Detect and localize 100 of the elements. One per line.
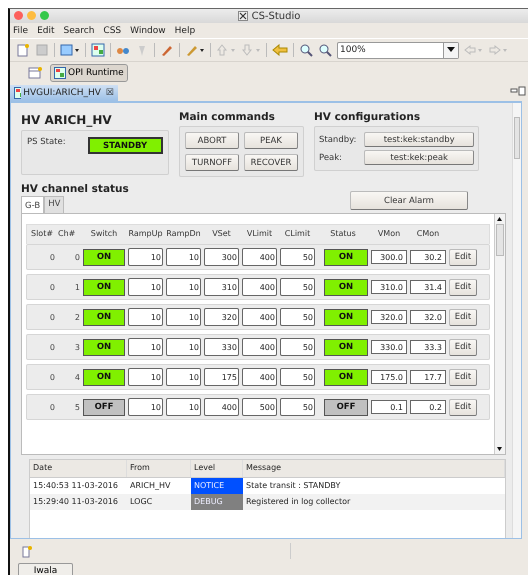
window-icon[interactable] — [60, 43, 80, 57]
menu-item[interactable]: Edit — [37, 26, 54, 36]
input-field[interactable]: 10 — [166, 278, 201, 296]
menu-item[interactable]: Window — [130, 26, 166, 36]
close-icon[interactable]: ☒ — [106, 88, 114, 98]
input-field[interactable]: 50 — [280, 278, 315, 296]
tab[interactable]: HV — [44, 196, 64, 213]
status-indicator: ON — [324, 278, 368, 296]
input-field[interactable]: 400 — [242, 308, 277, 326]
input-field[interactable]: 10 — [166, 338, 201, 356]
taskbar-button[interactable]: Iwala — [18, 563, 73, 575]
edit-button[interactable]: Edit — [449, 338, 477, 356]
clear-alarm-button[interactable]: Clear Alarm — [350, 191, 468, 210]
minimize-icon[interactable] — [510, 86, 526, 96]
input-field[interactable]: 175 — [204, 368, 239, 386]
switch-button[interactable]: OFF — [83, 398, 125, 416]
readout-field: 31.4 — [410, 280, 446, 294]
document-icon[interactable] — [16, 43, 30, 57]
slot-number: 0 — [48, 402, 55, 412]
table-cell-text: State transit : STANDBY — [245, 480, 342, 492]
switch-button[interactable]: ON — [83, 338, 125, 356]
menu-item[interactable]: CSS — [103, 26, 122, 36]
input-field[interactable]: 10 — [128, 398, 163, 416]
arrow-back-icon[interactable] — [272, 43, 288, 57]
edit-button[interactable]: Edit — [449, 368, 477, 386]
arrow-right-icon — [489, 43, 509, 57]
column-header: VSet — [211, 229, 232, 238]
section-title: HV channel status — [21, 183, 129, 195]
switch-button[interactable]: ON — [83, 308, 125, 326]
input-field[interactable]: 10 — [128, 368, 163, 386]
input-field[interactable]: 330 — [204, 338, 239, 356]
channel-number: 0 — [74, 252, 80, 262]
switch-button[interactable]: ON — [83, 278, 125, 296]
tab-label: HVGUI:ARICH_HV — [23, 88, 101, 98]
window-icon[interactable] — [20, 544, 34, 558]
input-field[interactable]: 400 — [242, 368, 277, 386]
menu-item[interactable]: File — [13, 26, 28, 36]
slot-number: 0 — [48, 372, 55, 382]
command-button[interactable]: TURNOFF — [185, 154, 239, 171]
input-field[interactable]: 10 — [128, 278, 163, 296]
switch-button[interactable]: ON — [83, 248, 125, 266]
command-button[interactable]: PEAK — [244, 132, 298, 149]
input-field[interactable]: 10 — [128, 248, 163, 266]
input-field[interactable]: 10 — [128, 308, 163, 326]
config-button[interactable]: test:kek:peak — [364, 150, 474, 165]
switch-button[interactable]: ON — [83, 368, 125, 386]
input-field[interactable]: 400 — [242, 248, 277, 266]
scroll-thumb[interactable] — [496, 224, 504, 256]
zoom-dropdown[interactable]: 100% — [337, 42, 459, 58]
edit-button[interactable]: Edit — [449, 308, 477, 326]
menu-item[interactable]: Help — [174, 26, 196, 36]
readout-field: 30.2 — [410, 250, 446, 264]
zoom-out-icon[interactable] — [318, 43, 332, 57]
input-field[interactable]: 500 — [242, 398, 277, 416]
readout-field: 32.0 — [410, 310, 446, 324]
input-field[interactable]: 10 — [166, 368, 201, 386]
close-icon[interactable] — [14, 11, 23, 20]
input-field[interactable]: 10 — [166, 248, 201, 266]
edit-button[interactable]: Edit — [449, 248, 477, 266]
input-field[interactable]: 300 — [204, 248, 239, 266]
input-field[interactable]: 10 — [166, 308, 201, 326]
maximize-icon[interactable] — [40, 11, 49, 20]
command-button[interactable]: RECOVER — [244, 154, 298, 171]
section-title: HV configurations — [314, 111, 422, 123]
section-title: Main commands — [179, 111, 276, 123]
column-header: CLimit — [284, 229, 312, 238]
window-icon[interactable] — [28, 66, 42, 80]
input-field[interactable]: 50 — [280, 398, 315, 416]
x-icon — [238, 11, 248, 21]
perspective-button[interactable]: OPI Runtime — [50, 64, 128, 82]
scrollbar[interactable] — [512, 103, 521, 538]
input-field[interactable]: 400 — [242, 338, 277, 356]
table-cell-text: Registered in log collector — [245, 496, 352, 508]
input-field[interactable]: 50 — [280, 248, 315, 266]
scrollbar[interactable] — [494, 214, 505, 454]
config-button[interactable]: test:kek:standby — [364, 132, 474, 147]
command-button[interactable]: ABORT — [185, 132, 239, 149]
edit-button[interactable]: Edit — [449, 398, 477, 416]
pencil-icon[interactable] — [185, 43, 205, 57]
menu-item[interactable]: Search — [64, 26, 94, 36]
tab[interactable]: G-B — [21, 196, 44, 213]
input-field[interactable]: 50 — [280, 338, 315, 356]
input-field[interactable]: 50 — [280, 308, 315, 326]
input-field[interactable]: 400 — [204, 398, 239, 416]
input-field[interactable]: 310 — [204, 278, 239, 296]
slot-number: 0 — [48, 252, 55, 262]
input-field[interactable]: 10 — [166, 398, 201, 416]
input-field[interactable]: 320 — [204, 308, 239, 326]
pencil-icon[interactable] — [160, 43, 174, 57]
grid-icon[interactable] — [91, 43, 105, 57]
input-field[interactable]: 50 — [280, 368, 315, 386]
input-field[interactable]: 10 — [128, 338, 163, 356]
readout-field: 320.0 — [371, 310, 407, 324]
input-field[interactable]: 400 — [242, 278, 277, 296]
editor-tab[interactable]: HVGUI:ARICH_HV ☒ — [10, 85, 118, 101]
column-header: Switch — [90, 229, 118, 238]
edit-button[interactable]: Edit — [449, 278, 477, 296]
zoom-in-icon[interactable] — [299, 43, 313, 57]
scroll-thumb[interactable] — [514, 117, 520, 159]
state-indicator: STANDBY — [88, 137, 163, 154]
